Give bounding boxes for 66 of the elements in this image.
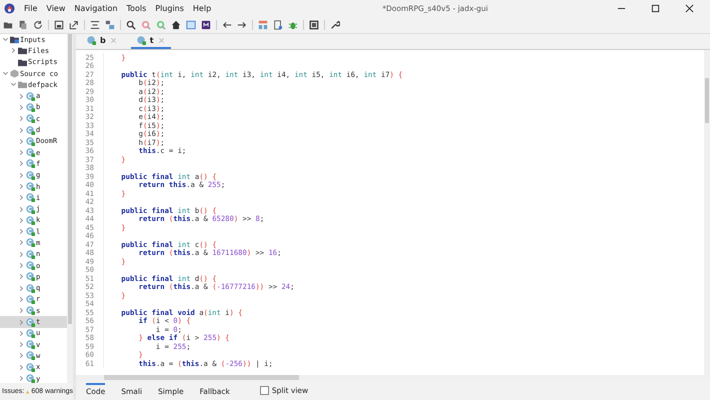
- scrollbar-thumb[interactable]: [705, 78, 709, 123]
- class-icon: [26, 92, 35, 101]
- app-logo-icon: [4, 3, 15, 14]
- menu-item[interactable]: View: [46, 4, 66, 13]
- lines-icon[interactable]: [90, 20, 100, 30]
- menu-item[interactable]: File: [24, 4, 38, 13]
- class-icon: [26, 272, 35, 282]
- bug-icon[interactable]: [288, 20, 298, 30]
- menu-item[interactable]: Navigation: [74, 4, 118, 13]
- menu-item[interactable]: Plugins: [155, 4, 184, 13]
- menu-item[interactable]: Help: [192, 4, 212, 13]
- scrollbar-thumb[interactable]: [104, 375, 299, 380]
- structure-icon[interactable]: [258, 20, 268, 30]
- class-icon: [26, 136, 35, 146]
- refresh-icon[interactable]: [33, 20, 43, 30]
- class-icon: [26, 351, 35, 360]
- maximize-icon[interactable]: [651, 4, 660, 13]
- package-icon: [10, 69, 19, 78]
- folder-tree-icon[interactable]: [105, 20, 115, 30]
- class-icon: [26, 374, 35, 383]
- magnifier-icon[interactable]: [156, 20, 166, 30]
- class-icon: [26, 193, 35, 202]
- collapse-chevron-icon[interactable]: [2, 36, 9, 44]
- close-icon[interactable]: [685, 4, 694, 13]
- class-icon: [26, 294, 35, 304]
- class-icon: [26, 284, 35, 293]
- class-icon: [26, 328, 35, 338]
- forward-arrow-icon[interactable]: [237, 20, 247, 30]
- expand-chevron-icon[interactable]: [10, 47, 17, 54]
- class-icon: [26, 182, 35, 191]
- class-icon: [26, 102, 35, 112]
- class-icon: [26, 170, 35, 180]
- class-icon: [26, 148, 35, 158]
- save-icon[interactable]: [54, 20, 64, 30]
- folder-icon: [18, 80, 27, 90]
- class-icon: [26, 126, 35, 135]
- document-icon[interactable]: [273, 20, 283, 30]
- class-icon: [26, 159, 35, 168]
- magnifier-icon[interactable]: [141, 20, 151, 30]
- square-logo-icon[interactable]: [201, 20, 211, 30]
- home-icon[interactable]: [171, 20, 181, 30]
- class-icon: [26, 204, 35, 214]
- back-arrow-icon[interactable]: [222, 20, 232, 30]
- class-icon: [26, 362, 35, 372]
- class-icon: [26, 250, 35, 259]
- class-icon: [26, 114, 35, 124]
- editor-tab[interactable]: b: [81, 34, 123, 49]
- folder-icon[interactable]: [3, 20, 13, 30]
- class-icon: [26, 216, 35, 225]
- folder-stack-icon: [10, 35, 19, 44]
- checkbox[interactable]: [260, 386, 269, 395]
- menu-item[interactable]: Tools: [126, 4, 146, 13]
- class-icon: [26, 306, 35, 316]
- class-icon: [26, 238, 35, 248]
- window-icon[interactable]: [186, 20, 196, 30]
- square-icon[interactable]: [309, 20, 319, 30]
- class-icon: [26, 340, 35, 350]
- search-icon[interactable]: [126, 20, 136, 30]
- class-icon: [26, 227, 35, 236]
- class-icon: [26, 261, 35, 270]
- class-icon: [136, 36, 146, 45]
- export-icon[interactable]: [69, 20, 79, 30]
- class-icon: [26, 318, 35, 327]
- file-stack-icon[interactable]: [18, 20, 28, 30]
- wrench-icon[interactable]: [330, 20, 340, 30]
- class-icon: [87, 36, 96, 45]
